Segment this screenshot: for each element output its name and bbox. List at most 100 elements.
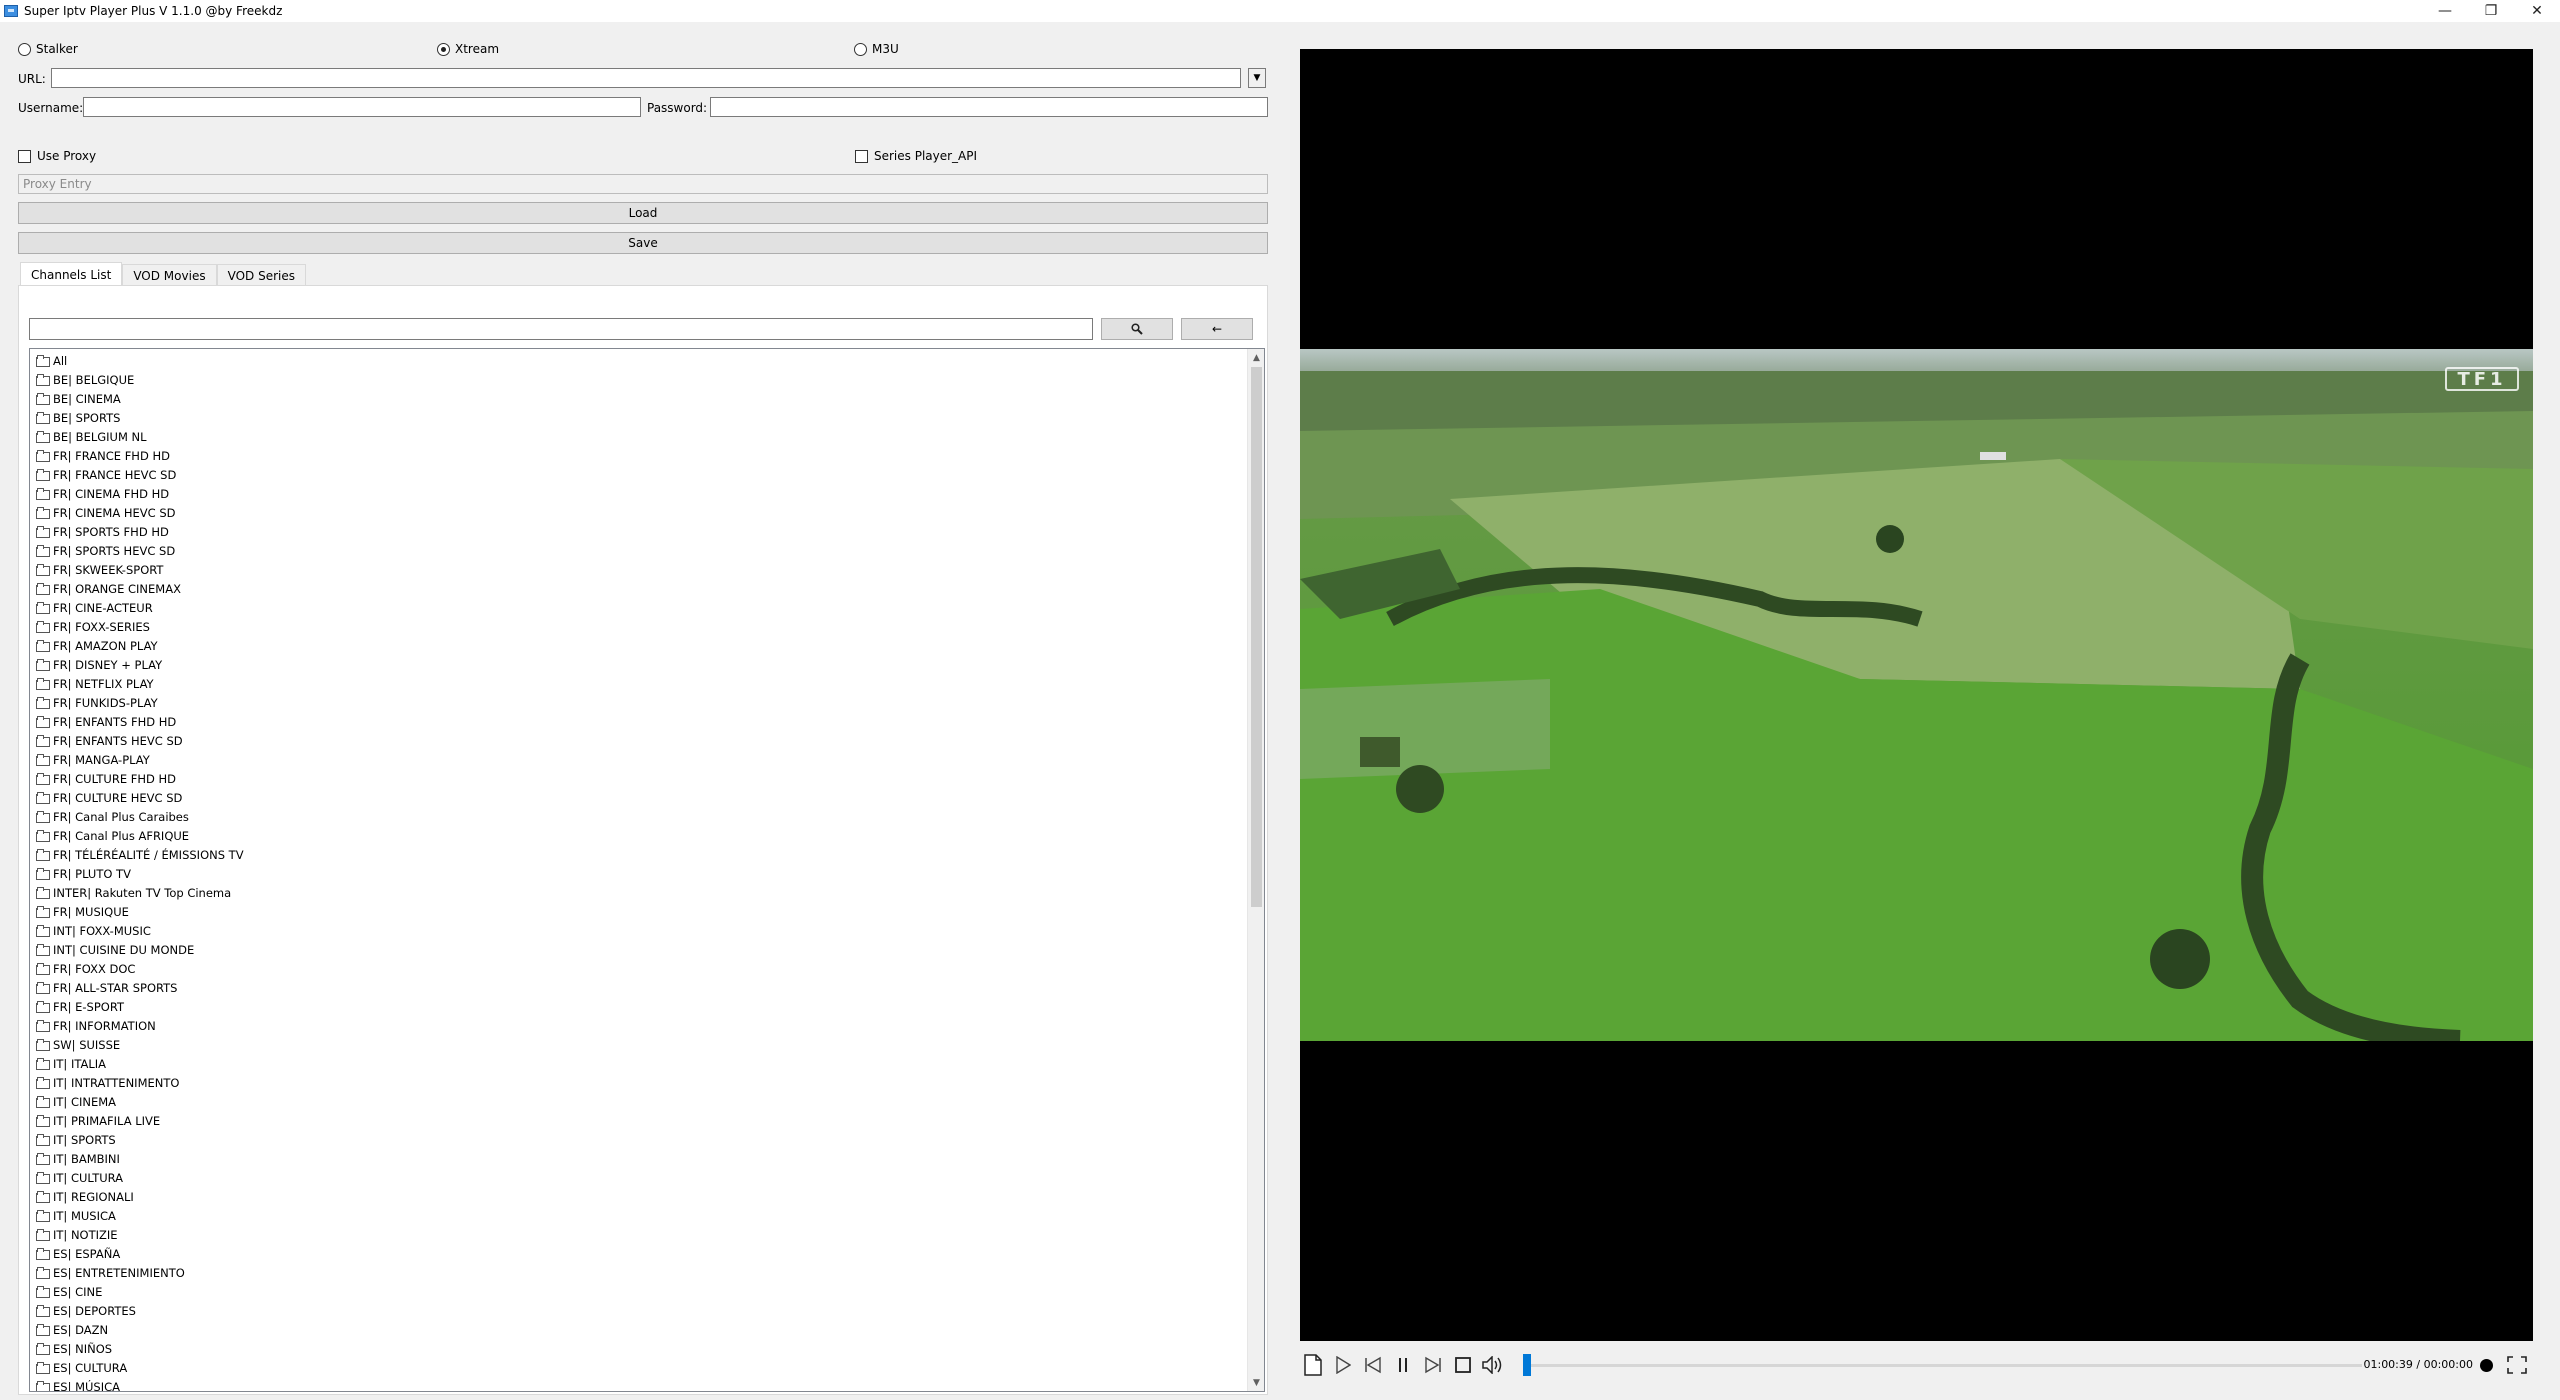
channel-label: IT| CULTURA: [53, 1170, 124, 1185]
scroll-down-icon[interactable]: ▼: [1248, 1374, 1264, 1391]
back-button[interactable]: ←: [1181, 318, 1253, 340]
seek-slider[interactable]: [1523, 1354, 2362, 1376]
channel-list-item[interactable]: IT| SPORTS: [30, 1130, 1240, 1149]
channel-list-item[interactable]: FR| Canal Plus AFRIQUE: [30, 826, 1240, 845]
channel-list-item[interactable]: IT| PRIMAFILA LIVE: [30, 1111, 1240, 1130]
stop-button[interactable]: [1450, 1352, 1476, 1378]
channel-list-item[interactable]: SW| SUISSE: [30, 1035, 1240, 1054]
channel-list-item[interactable]: FR| AMAZON PLAY: [30, 636, 1240, 655]
channel-list-item[interactable]: FR| INFORMATION: [30, 1016, 1240, 1035]
tab-channels-list[interactable]: Channels List: [20, 262, 123, 286]
channel-list-item[interactable]: ES| CINE: [30, 1282, 1240, 1301]
channel-list-item[interactable]: FR| E-SPORT: [30, 997, 1240, 1016]
channel-list-item[interactable]: FR| FOXX-SERIES: [30, 617, 1240, 636]
channel-list-item[interactable]: BE| BELGIQUE: [30, 370, 1240, 389]
channel-list-item[interactable]: FR| MUSIQUE: [30, 902, 1240, 921]
folder-icon: [36, 697, 50, 709]
previous-button[interactable]: [1360, 1352, 1386, 1378]
channel-list-item[interactable]: FR| NETFLIX PLAY: [30, 674, 1240, 693]
channel-list-item[interactable]: FR| ALL-STAR SPORTS: [30, 978, 1240, 997]
search-button[interactable]: [1101, 318, 1173, 340]
channel-list-item[interactable]: FR| CULTURE HEVC SD: [30, 788, 1240, 807]
channel-list-item[interactable]: ES| CULTURA: [30, 1358, 1240, 1377]
channel-list-item[interactable]: INT| FOXX-MUSIC: [30, 921, 1240, 940]
channel-list-item[interactable]: FR| CINE-ACTEUR: [30, 598, 1240, 617]
channel-list-item[interactable]: ES| NIÑOS: [30, 1339, 1240, 1358]
channel-list-item[interactable]: FR| MANGA-PLAY: [30, 750, 1240, 769]
minimize-button[interactable]: —: [2422, 0, 2468, 22]
username-input[interactable]: [83, 97, 641, 117]
channel-list-item[interactable]: FR| FOXX DOC: [30, 959, 1240, 978]
channel-list-item[interactable]: BE| BELGIUM NL: [30, 427, 1240, 446]
load-button[interactable]: Load: [18, 202, 1268, 224]
channel-list[interactable]: All BE| BELGIQUE BE| CINEMA BE| SPORTS BE| B…: [29, 348, 1265, 1392]
pause-button[interactable]: [1390, 1352, 1416, 1378]
next-button[interactable]: [1420, 1352, 1446, 1378]
radio-xtream[interactable]: Xtream: [437, 42, 499, 56]
channel-list-item[interactable]: BE| CINEMA: [30, 389, 1240, 408]
url-input[interactable]: [51, 68, 1241, 88]
channel-list-item[interactable]: IT| CINEMA: [30, 1092, 1240, 1111]
tab-vod-movies[interactable]: VOD Movies: [122, 264, 217, 286]
channel-search-input[interactable]: [29, 318, 1093, 340]
channel-list-item[interactable]: FR| CINEMA HEVC SD: [30, 503, 1240, 522]
password-input[interactable]: [710, 97, 1268, 117]
channel-list-item[interactable]: IT| ITALIA: [30, 1054, 1240, 1073]
url-dropdown-button[interactable]: ▼: [1248, 68, 1266, 88]
app-icon: [4, 5, 18, 17]
channel-list-item[interactable]: INTER| Rakuten TV Top Cinema: [30, 883, 1240, 902]
channel-list-item[interactable]: IT| REGIONALI: [30, 1187, 1240, 1206]
channel-list-item[interactable]: ES| ENTRETENIMIENTO: [30, 1263, 1240, 1282]
radio-stalker[interactable]: Stalker: [18, 42, 78, 56]
channel-list-item[interactable]: FR| FUNKIDS-PLAY: [30, 693, 1240, 712]
fullscreen-button[interactable]: [2507, 1356, 2527, 1374]
channel-list-item[interactable]: ES| ESPAÑA: [30, 1244, 1240, 1263]
channel-list-item[interactable]: FR| ORANGE CINEMAX: [30, 579, 1240, 598]
radio-m3u[interactable]: M3U: [854, 42, 899, 56]
channel-list-item[interactable]: BE| SPORTS: [30, 408, 1240, 427]
channel-list-item[interactable]: IT| CULTURA: [30, 1168, 1240, 1187]
save-button[interactable]: Save: [18, 232, 1268, 254]
channel-list-item[interactable]: IT| INTRATTENIMENTO: [30, 1073, 1240, 1092]
channel-list-item[interactable]: All: [30, 351, 1240, 370]
video-player[interactable]: TF1: [1300, 49, 2533, 1341]
channel-list-scrollbar[interactable]: ▲ ▼: [1247, 349, 1264, 1391]
channel-list-item[interactable]: FR| TÉLÉRÉALITÉ / ÉMISSIONS TV: [30, 845, 1240, 864]
use-proxy-checkbox[interactable]: Use Proxy: [18, 149, 96, 163]
folder-icon: [36, 887, 50, 899]
channel-label: IT| REGIONALI: [53, 1189, 134, 1204]
restore-button[interactable]: ❐: [2468, 0, 2514, 22]
channel-list-item[interactable]: FR| FRANCE FHD HD: [30, 446, 1240, 465]
channel-list-item[interactable]: FR| PLUTO TV: [30, 864, 1240, 883]
play-button[interactable]: [1330, 1352, 1356, 1378]
channel-list-item[interactable]: FR| FRANCE HEVC SD: [30, 465, 1240, 484]
series-api-checkbox[interactable]: Series Player_API: [855, 149, 977, 163]
scroll-thumb[interactable]: [1251, 367, 1262, 907]
channel-list-item[interactable]: INT| CUISINE DU MONDE: [30, 940, 1240, 959]
channel-list-item[interactable]: IT| NOTIZIE: [30, 1225, 1240, 1244]
channel-list-item[interactable]: ES| DEPORTES: [30, 1301, 1240, 1320]
channel-list-item[interactable]: ES| MÚSICA: [30, 1377, 1240, 1391]
proxy-entry-input[interactable]: Proxy Entry: [18, 174, 1268, 194]
channel-list-item[interactable]: IT| MUSICA: [30, 1206, 1240, 1225]
channel-label: FR| FUNKIDS-PLAY: [53, 695, 158, 710]
channel-list-item[interactable]: IT| BAMBINI: [30, 1149, 1240, 1168]
close-button[interactable]: ✕: [2514, 0, 2560, 22]
channel-list-item[interactable]: FR| SPORTS HEVC SD: [30, 541, 1240, 560]
scroll-up-icon[interactable]: ▲: [1248, 349, 1264, 366]
channel-list-item[interactable]: ES| DAZN: [30, 1320, 1240, 1339]
channel-list-item[interactable]: FR| DISNEY + PLAY: [30, 655, 1240, 674]
volume-button[interactable]: [1480, 1352, 1506, 1378]
channel-list-item[interactable]: FR| ENFANTS FHD HD: [30, 712, 1240, 731]
channel-list-item[interactable]: FR| CULTURE FHD HD: [30, 769, 1240, 788]
channel-label: IT| NOTIZIE: [53, 1227, 118, 1242]
channel-list-item[interactable]: FR| SKWEEK-SPORT: [30, 560, 1240, 579]
channel-list-item[interactable]: FR| ENFANTS HEVC SD: [30, 731, 1240, 750]
tab-vod-series[interactable]: VOD Series: [216, 264, 306, 286]
channel-list-item[interactable]: FR| Canal Plus Caraibes: [30, 807, 1240, 826]
seek-knob[interactable]: [1523, 1354, 1531, 1376]
volume-knob[interactable]: [2480, 1359, 2493, 1372]
channel-list-item[interactable]: FR| CINEMA FHD HD: [30, 484, 1240, 503]
open-file-button[interactable]: [1300, 1352, 1326, 1378]
channel-list-item[interactable]: FR| SPORTS FHD HD: [30, 522, 1240, 541]
